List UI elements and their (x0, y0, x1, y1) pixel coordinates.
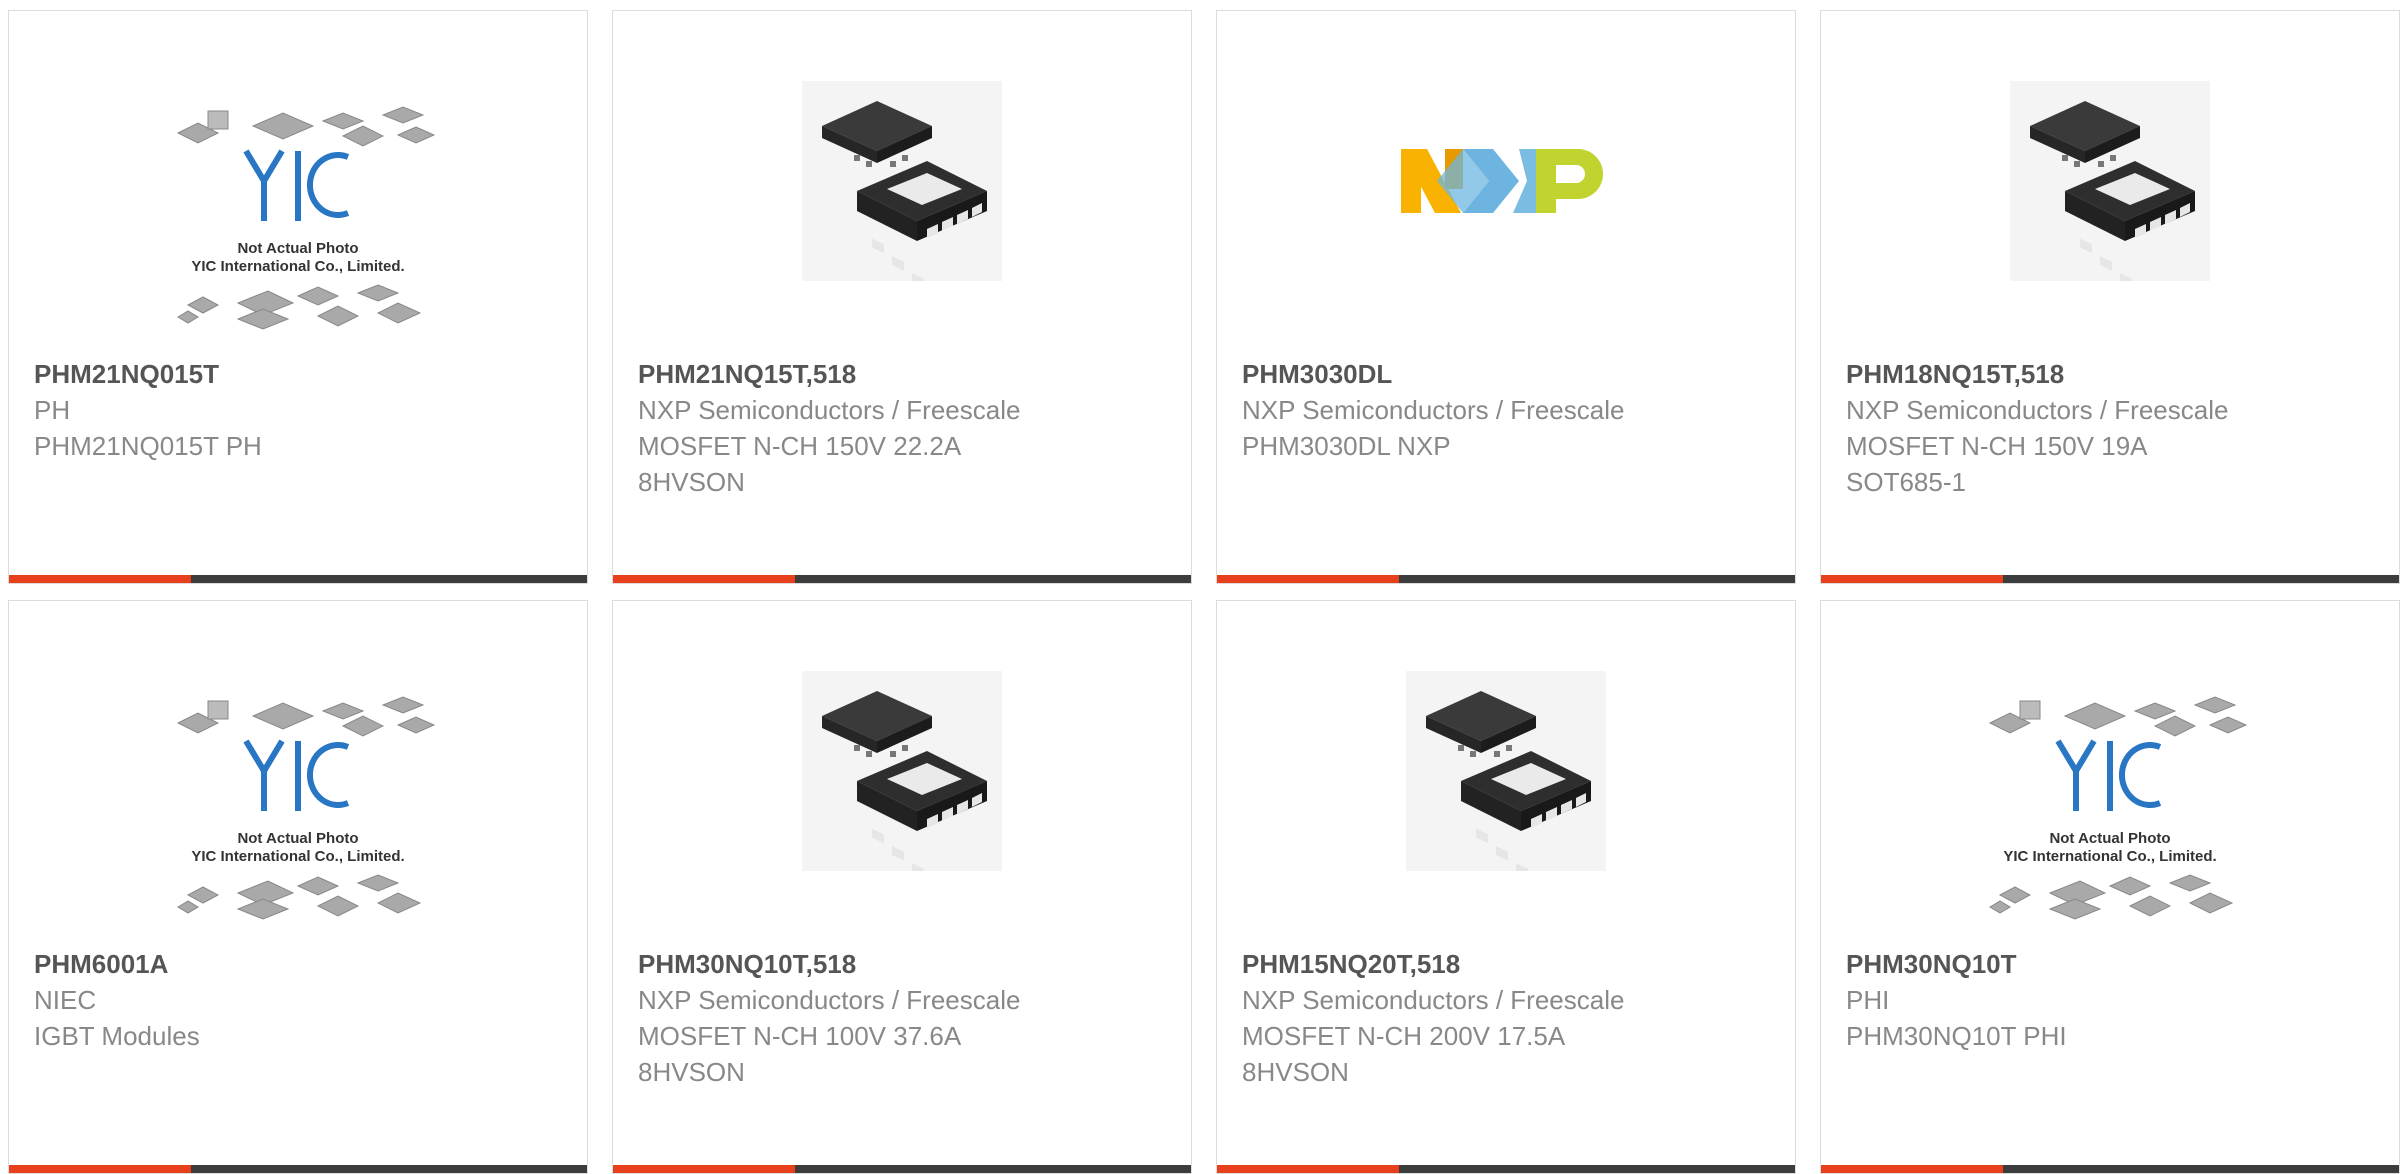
card-bottom-bar (1217, 1165, 1795, 1173)
product-grid: Not Actual Photo YIC International Co., … (0, 0, 2400, 1174)
part-number-link[interactable]: PHM30NQ10T,518 (638, 946, 1171, 982)
product-info: PHM15NQ20T,518 NXP Semiconductors / Frees… (1242, 946, 1775, 1090)
card-bottom-bar (1821, 575, 2399, 583)
product-info: PHM18NQ15T,518 NXP Semiconductors / Frees… (1846, 356, 2379, 500)
description-line: IGBT Modules (34, 1021, 200, 1051)
product-card[interactable]: PHM30NQ10T,518 NXP Semiconductors / Frees… (612, 600, 1192, 1174)
card-bottom-bar (613, 575, 1191, 583)
card-accent-bar (9, 575, 191, 583)
description-line: PHM21NQ015T PH (34, 431, 262, 461)
product-info: PHM21NQ015T PH PHM21NQ015T PH (34, 356, 567, 464)
product-image[interactable] (1821, 11, 2399, 351)
placeholder-photo[interactable]: Not Actual Photo YIC International Co., … (9, 601, 587, 931)
manufacturer: NXP Semiconductors / Freescale (638, 395, 1021, 425)
description-line: PHM30NQ10T PHI (1846, 1021, 2067, 1051)
card-bottom-bar (613, 1165, 1191, 1173)
part-number-link[interactable]: PHM6001A (34, 946, 567, 982)
card-accent-bar (613, 1165, 795, 1173)
manufacturer: NXP Semiconductors / Freescale (1846, 395, 2229, 425)
nxp-logo[interactable] (1217, 11, 1795, 351)
product-image[interactable] (1217, 601, 1795, 941)
product-info: PHM3030DL NXP Semiconductors / Freescale P… (1242, 356, 1775, 464)
card-accent-bar (9, 1165, 191, 1173)
description-line: MOSFET N-CH 150V 22.2A (638, 431, 962, 461)
product-card[interactable]: PHM21NQ15T,518 NXP Semiconductors / Frees… (612, 10, 1192, 584)
description-line: MOSFET N-CH 100V 37.6A (638, 1021, 962, 1051)
svg-text:Not Actual Photo: Not Actual Photo (237, 240, 358, 257)
product-card[interactable]: PHM18NQ15T,518 NXP Semiconductors / Frees… (1820, 10, 2400, 584)
svg-text:Not Actual Photo: Not Actual Photo (2049, 830, 2170, 847)
product-card[interactable]: Not Actual Photo YIC International Co., … (8, 600, 588, 1174)
card-bottom-bar (9, 1165, 587, 1173)
description-line: MOSFET N-CH 150V 19A (1846, 431, 2148, 461)
product-info: PHM30NQ10T,518 NXP Semiconductors / Frees… (638, 946, 1171, 1090)
card-accent-bar (1217, 575, 1399, 583)
part-number-link[interactable]: PHM15NQ20T,518 (1242, 946, 1775, 982)
manufacturer: NIEC (34, 985, 97, 1015)
product-info: PHM21NQ15T,518 NXP Semiconductors / Frees… (638, 356, 1171, 500)
svg-text:Not Actual Photo: Not Actual Photo (237, 830, 358, 847)
manufacturer: PH (34, 395, 71, 425)
product-info: PHM30NQ10T PHI PHM30NQ10T PHI (1846, 946, 2379, 1054)
description-line: 8HVSON (1242, 1057, 1349, 1087)
manufacturer: NXP Semiconductors / Freescale (1242, 395, 1625, 425)
card-bottom-bar (1217, 575, 1795, 583)
description-line: MOSFET N-CH 200V 17.5A (1242, 1021, 1566, 1051)
description-line: SOT685-1 (1846, 467, 1966, 497)
svg-text:YIC International Co., Limited: YIC International Co., Limited. (191, 258, 404, 275)
product-info: PHM6001A NIEC IGBT Modules (34, 946, 567, 1054)
manufacturer: PHI (1846, 985, 1890, 1015)
description-line: 8HVSON (638, 1057, 745, 1087)
card-accent-bar (1821, 1165, 2003, 1173)
card-bottom-bar (1821, 1165, 2399, 1173)
placeholder-photo[interactable]: Not Actual Photo YIC International Co., … (9, 11, 587, 341)
description-line: PHM3030DL NXP (1242, 431, 1451, 461)
part-number-link[interactable]: PHM18NQ15T,518 (1846, 356, 2379, 392)
part-number-link[interactable]: PHM30NQ10T (1846, 946, 2379, 982)
manufacturer: NXP Semiconductors / Freescale (638, 985, 1021, 1015)
part-number-link[interactable]: PHM3030DL (1242, 356, 1775, 392)
card-accent-bar (613, 575, 795, 583)
manufacturer: NXP Semiconductors / Freescale (1242, 985, 1625, 1015)
card-accent-bar (1821, 575, 2003, 583)
product-card[interactable]: Not Actual Photo YIC International Co., … (1820, 600, 2400, 1174)
svg-text:YIC International Co., Limited: YIC International Co., Limited. (2003, 848, 2216, 865)
card-accent-bar (1217, 1165, 1399, 1173)
part-number-link[interactable]: PHM21NQ015T (34, 356, 567, 392)
product-card[interactable]: Not Actual Photo YIC International Co., … (8, 10, 588, 584)
description-line: 8HVSON (638, 467, 745, 497)
card-bottom-bar (9, 575, 587, 583)
placeholder-photo[interactable]: Not Actual Photo YIC International Co., … (1821, 601, 2399, 931)
product-image[interactable] (613, 11, 1191, 351)
product-card[interactable]: PHM3030DL NXP Semiconductors / Freescale P… (1216, 10, 1796, 584)
svg-text:YIC International Co., Limited: YIC International Co., Limited. (191, 848, 404, 865)
product-card[interactable]: PHM15NQ20T,518 NXP Semiconductors / Frees… (1216, 600, 1796, 1174)
part-number-link[interactable]: PHM21NQ15T,518 (638, 356, 1171, 392)
product-image[interactable] (613, 601, 1191, 941)
